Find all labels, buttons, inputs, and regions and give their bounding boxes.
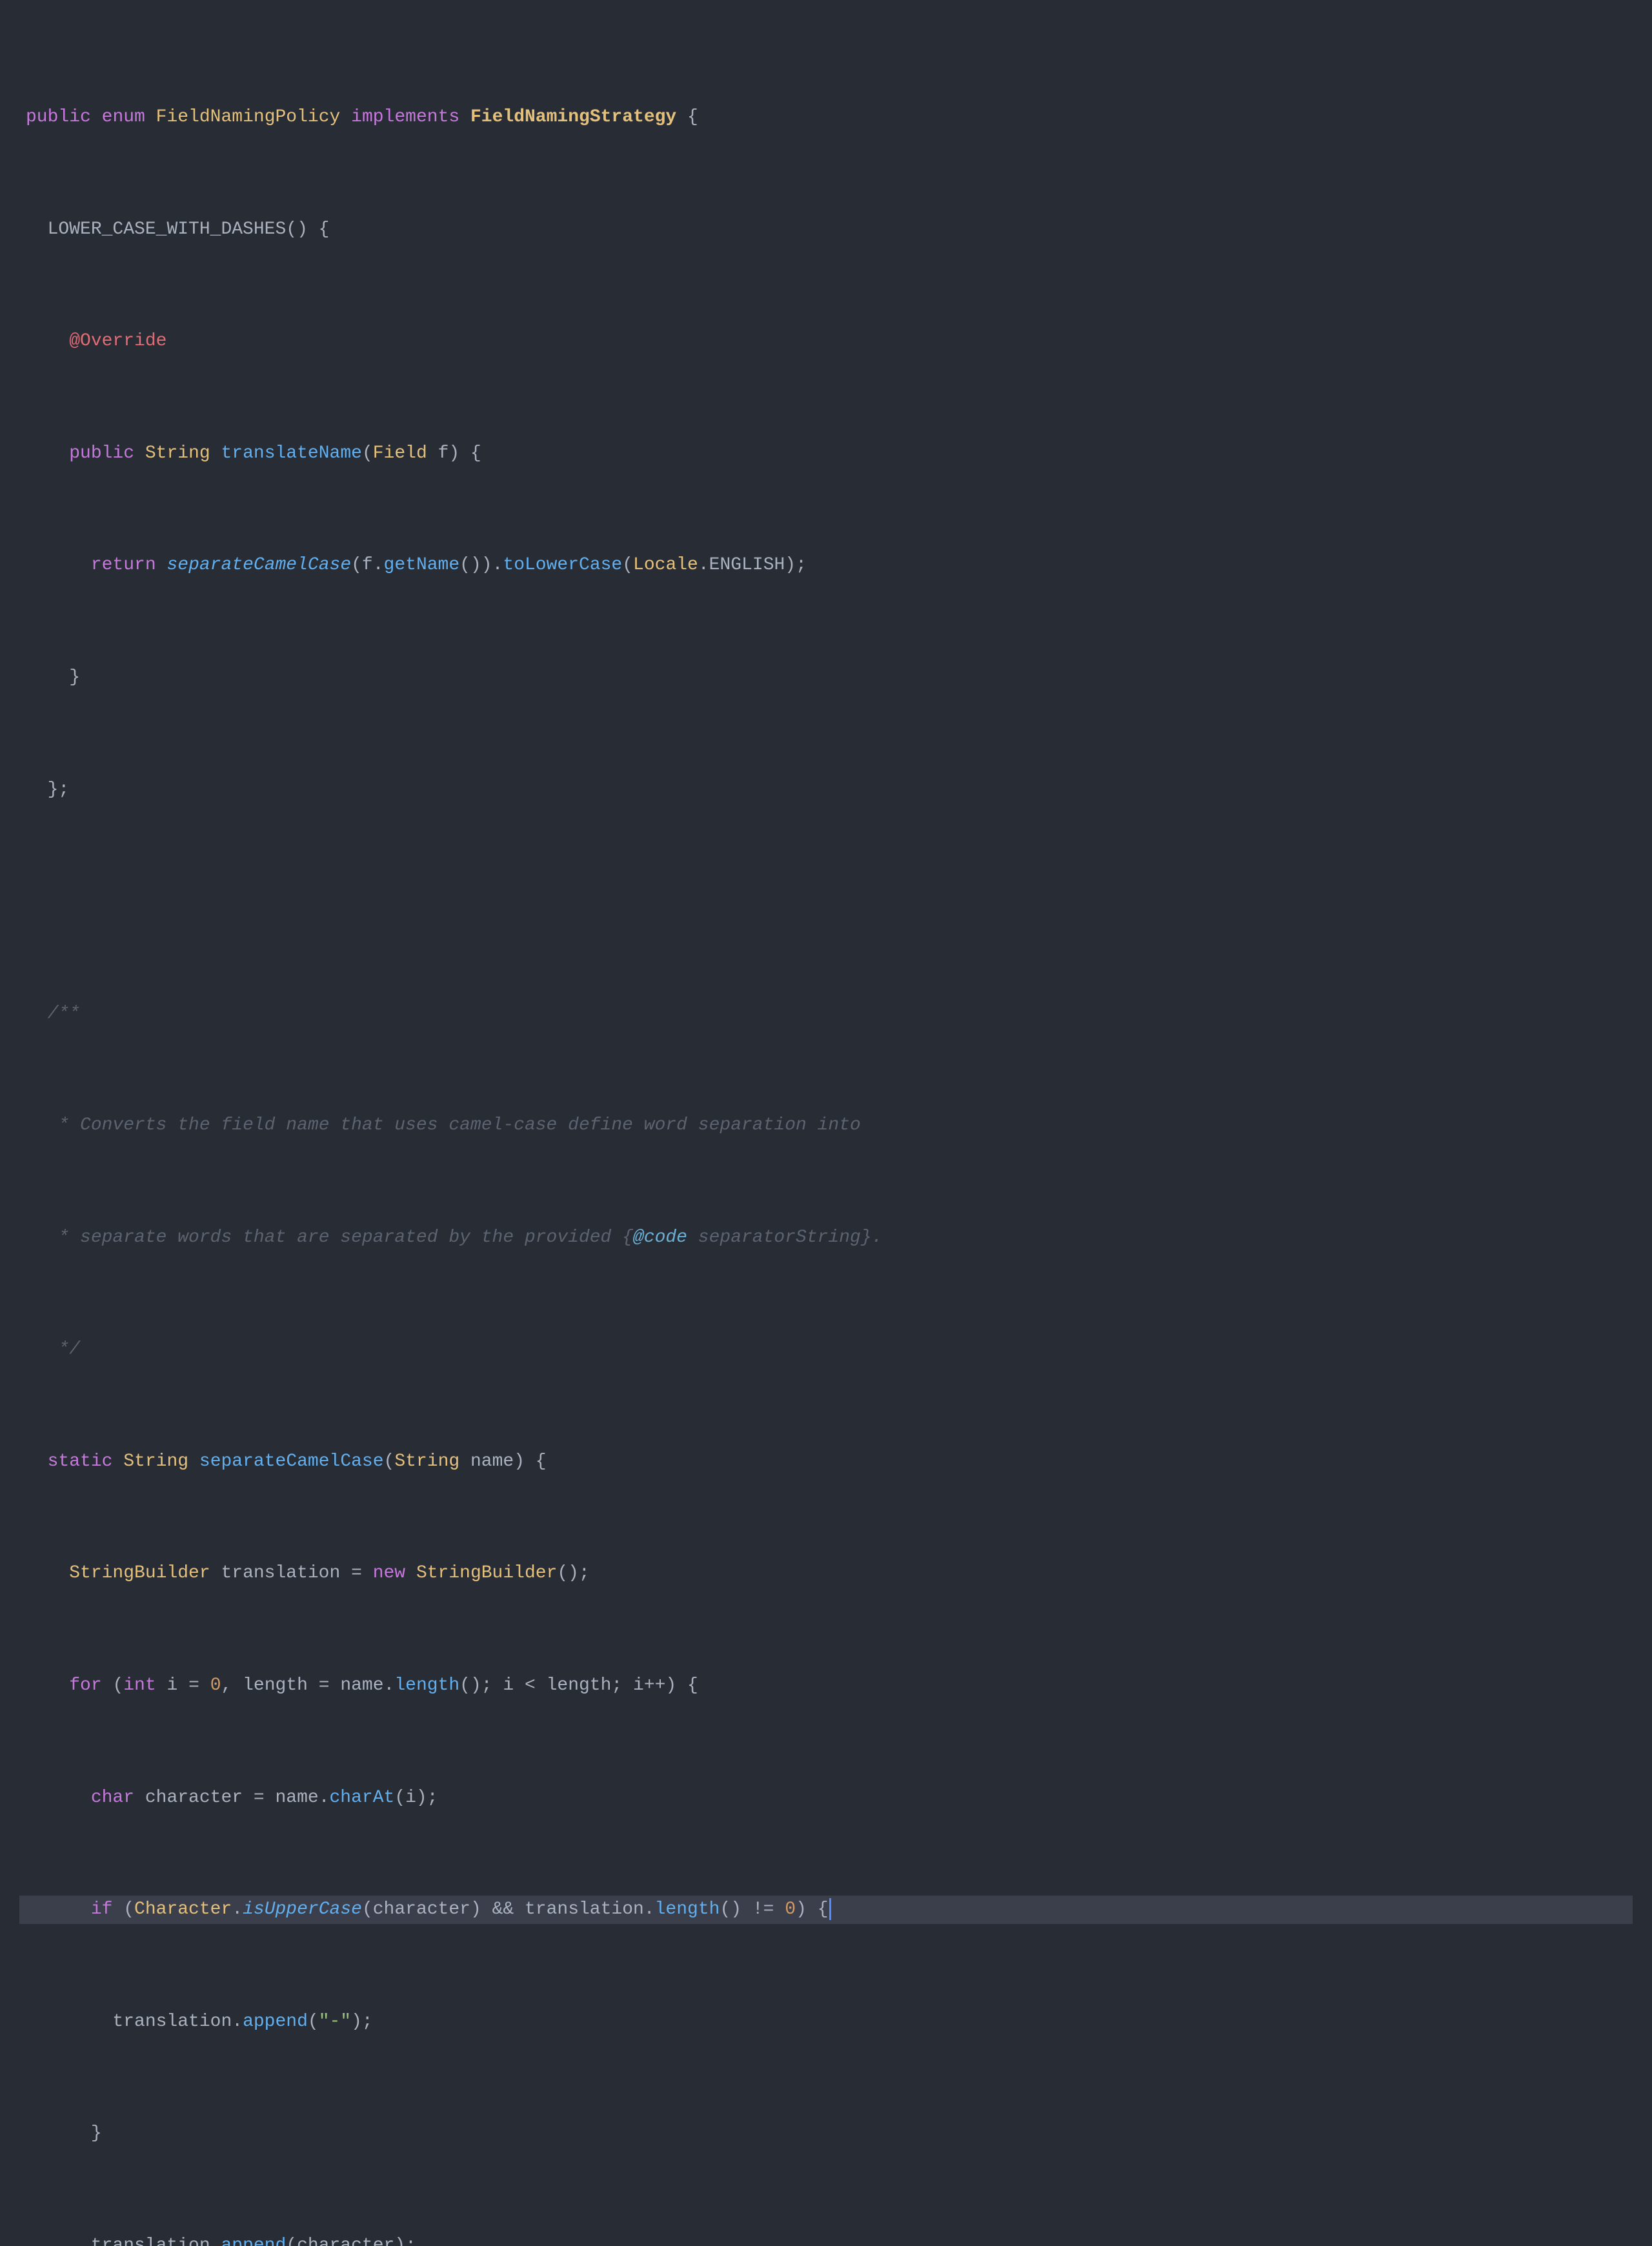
- code-line-18: translation.append("-");: [19, 2008, 1633, 2036]
- code-line-17: if (Character.isUpperCase(character) && …: [19, 1896, 1633, 1923]
- code-line-3: @Override: [19, 327, 1633, 355]
- code-line-10: * Converts the field name that uses came…: [19, 1111, 1633, 1139]
- code-line-8: [19, 887, 1633, 915]
- code-line-12: */: [19, 1335, 1633, 1363]
- code-line-19: }: [19, 2120, 1633, 2147]
- code-line-1: public enum FieldNamingPolicy implements…: [19, 103, 1633, 131]
- code-line-14: StringBuilder translation = new StringBu…: [19, 1559, 1633, 1587]
- code-line-9: /**: [19, 1000, 1633, 1027]
- code-line-5: return separateCamelCase(f.getName()).to…: [19, 551, 1633, 579]
- code-line-2: LOWER_CASE_WITH_DASHES() {: [19, 216, 1633, 243]
- code-line-20: translation.append(character);: [19, 2232, 1633, 2246]
- code-line-6: }: [19, 663, 1633, 691]
- code-line-4: public String translateName(Field f) {: [19, 440, 1633, 467]
- code-line-15: for (int i = 0, length = name.length(); …: [19, 1672, 1633, 1699]
- code-line-13: static String separateCamelCase(String n…: [19, 1448, 1633, 1475]
- code-line-7: };: [19, 776, 1633, 804]
- code-editor: public enum FieldNamingPolicy implements…: [0, 13, 1652, 2246]
- code-line-16: char character = name.charAt(i);: [19, 1784, 1633, 1812]
- code-line-11: * separate words that are separated by t…: [19, 1224, 1633, 1251]
